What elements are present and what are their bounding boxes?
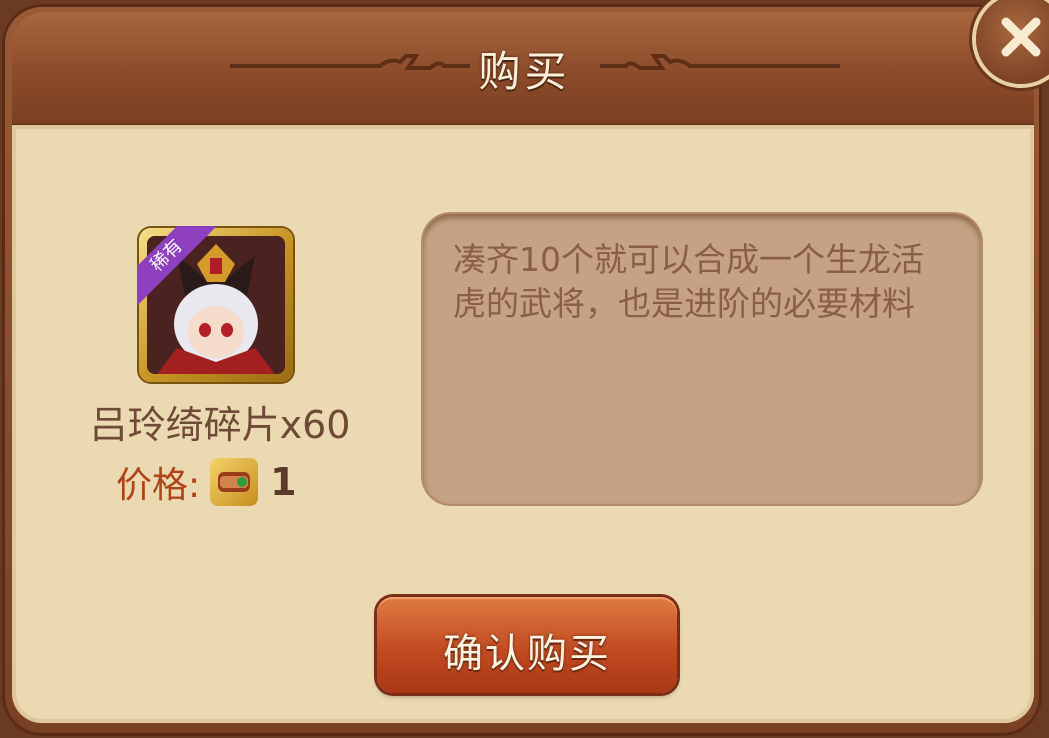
price-value: 1 xyxy=(270,460,297,504)
price-row: 价格: 1 xyxy=(116,456,297,508)
purchase-dialog: 购买 稀有 吕玲绮碎片x60 价格: 1 凑齐10个就可以合成一个生龙活虎的武将… xyxy=(0,0,1049,738)
confirm-purchase-label: 确认购买 xyxy=(443,631,611,677)
item-icon[interactable]: 稀有 xyxy=(137,226,293,382)
rare-badge-label: 稀有 xyxy=(137,226,217,306)
price-label: 价格: xyxy=(116,465,201,506)
description-box: 凑齐10个就可以合成一个生龙活虎的武将，也是进阶的必要材料 xyxy=(423,214,981,504)
dialog-title: 购买 xyxy=(478,47,571,96)
item-name: 吕玲绮碎片x60 xyxy=(89,403,351,447)
confirm-purchase-button[interactable]: 确认购买 xyxy=(377,597,677,693)
close-icon xyxy=(1001,17,1041,57)
scroll-currency-icon xyxy=(210,458,259,506)
description-text: 凑齐10个就可以合成一个生龙活虎的武将，也是进阶的必要材料 xyxy=(453,240,924,323)
rare-badge: 稀有 xyxy=(137,226,217,306)
